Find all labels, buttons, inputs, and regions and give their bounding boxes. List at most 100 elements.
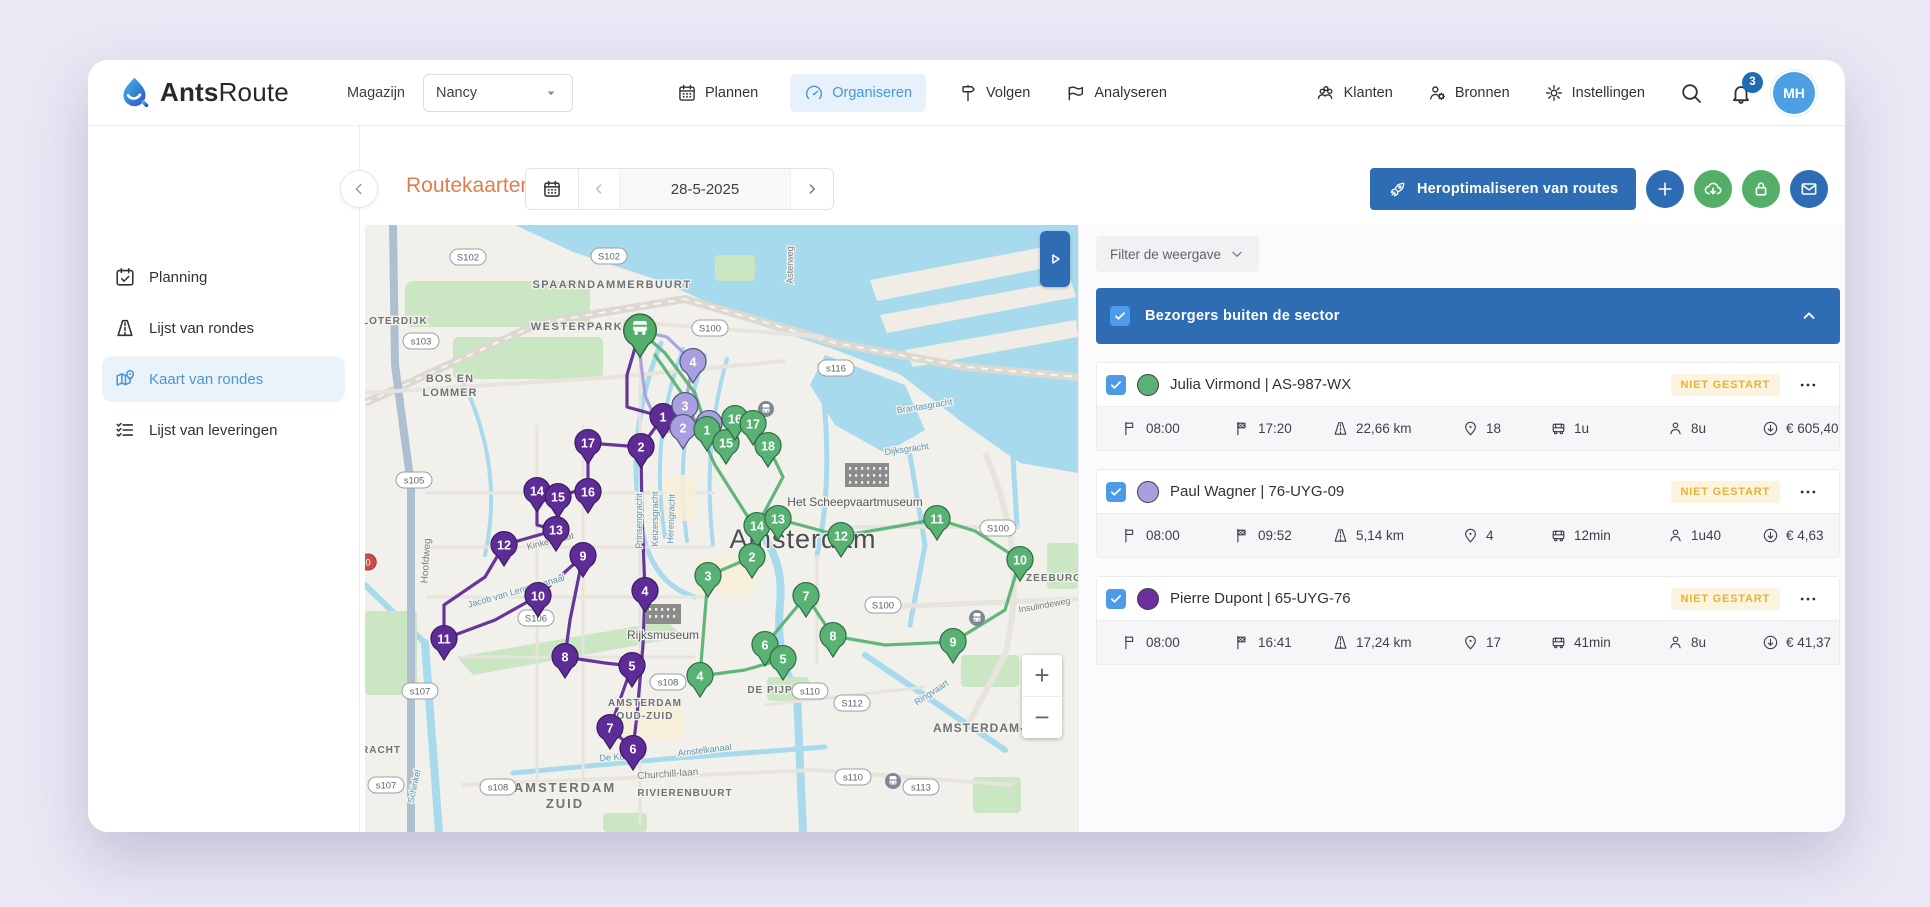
map-label: Prinsengracht xyxy=(634,493,644,549)
dots-icon xyxy=(1798,589,1818,609)
more-options-button[interactable] xyxy=(1791,589,1825,609)
stat-distance: 22,66 km xyxy=(1332,420,1462,437)
svg-text:s110: s110 xyxy=(800,687,820,698)
svg-text:17: 17 xyxy=(581,437,595,451)
routes-panel: Filter de weergave Bezorgers buiten de s… xyxy=(1078,225,1845,832)
triangle-right-icon xyxy=(1045,249,1065,269)
chevron-left-icon xyxy=(591,181,607,197)
transit-icon xyxy=(885,773,901,789)
lock-routes-button[interactable] xyxy=(1742,170,1781,208)
brand-name: AntsRoute xyxy=(160,77,289,107)
filter-view-button[interactable]: Filter de weergave xyxy=(1096,236,1260,272)
zoom-out-button[interactable]: − xyxy=(1022,696,1062,738)
group-header[interactable]: Bezorgers buiten de sector xyxy=(1096,288,1840,344)
stat-duration: 8u xyxy=(1667,634,1762,651)
group-checkbox[interactable] xyxy=(1110,306,1130,326)
driver-checkbox[interactable] xyxy=(1106,374,1126,395)
app-window: AntsRoute Magazijn Nancy Plannen Organis… xyxy=(88,60,1845,832)
road-icon xyxy=(114,317,136,339)
lock-icon xyxy=(1751,179,1771,199)
svg-text:11: 11 xyxy=(437,633,450,647)
tab-volgen[interactable]: Volgen xyxy=(954,74,1034,112)
main-menu: Plannen Organiseren Volgen Analyseren xyxy=(673,73,1171,112)
collapse-panel-button[interactable] xyxy=(1040,231,1070,287)
sidebar-item-lijst-van-leveringen[interactable]: Lijst van leveringen xyxy=(102,407,345,453)
check-icon xyxy=(1109,485,1123,499)
svg-text:16: 16 xyxy=(581,486,595,500)
map-canvas[interactable]: SPAARNDAMMERBUURT WESTERPARK SLOTERDIJK BOS… xyxy=(365,225,1078,832)
van-icon xyxy=(1550,527,1567,544)
driver-card: Julia Virmond | AS-987-WX NIET GESTART 0… xyxy=(1096,362,1840,451)
map-label: RACHT xyxy=(365,745,401,756)
flag-icon xyxy=(1066,83,1086,103)
calendar-icon xyxy=(542,179,562,199)
stat-cost: € 41,37 xyxy=(1762,634,1831,651)
stat-drive-time: 1u xyxy=(1550,420,1667,437)
finish-flag-icon xyxy=(1234,634,1251,651)
users-icon xyxy=(1316,83,1336,103)
zoom-in-button[interactable]: + xyxy=(1022,655,1062,696)
start-flag-icon xyxy=(1122,420,1139,437)
svg-text:15: 15 xyxy=(719,437,733,451)
more-options-button[interactable] xyxy=(1791,375,1825,395)
driver-row: Pierre Dupont | 65-UYG-76 NIET GESTART xyxy=(1097,577,1839,620)
building-icon xyxy=(845,463,889,487)
map-label: Keizersgracht xyxy=(650,491,660,547)
pin-icon xyxy=(1462,527,1479,544)
calendar-check-icon xyxy=(114,266,136,288)
svg-text:7: 7 xyxy=(607,722,614,736)
calendar-picker-button[interactable] xyxy=(526,169,579,209)
svg-text:18: 18 xyxy=(761,440,775,454)
person-icon xyxy=(1667,527,1684,544)
stat-start-time: 08:00 xyxy=(1122,527,1234,544)
routes-map[interactable]: SPAARNDAMMERBUURT WESTERPARK SLOTERDIJK BOS… xyxy=(365,225,1078,832)
road-icon xyxy=(1332,527,1349,544)
driver-checkbox[interactable] xyxy=(1106,588,1126,609)
warehouse-select[interactable]: Nancy xyxy=(423,73,573,112)
svg-text:13: 13 xyxy=(549,524,563,538)
previous-day-button[interactable] xyxy=(579,169,620,209)
driver-card: Pierre Dupont | 65-UYG-76 NIET GESTART 0… xyxy=(1096,576,1840,665)
check-icon xyxy=(1109,592,1123,606)
tab-bronnen[interactable]: Bronnen xyxy=(1423,74,1514,112)
add-button[interactable] xyxy=(1646,170,1685,208)
road-badge: s107 xyxy=(401,682,439,700)
tab-analyseren[interactable]: Analyseren xyxy=(1062,74,1171,112)
svg-text:5: 5 xyxy=(780,653,787,667)
sidebar-item-planning[interactable]: Planning xyxy=(102,254,345,300)
finish-flag-icon xyxy=(1234,420,1251,437)
notifications-button[interactable]: 3 xyxy=(1729,71,1763,105)
group-title: Bezorgers buiten de sector xyxy=(1145,308,1340,324)
reoptimize-routes-button[interactable]: Heroptimaliseren van routes xyxy=(1370,168,1637,210)
tab-klanten[interactable]: Klanten xyxy=(1312,74,1397,112)
brand-logo[interactable]: AntsRoute xyxy=(118,76,289,109)
chevron-up-icon[interactable] xyxy=(1800,307,1818,325)
user-avatar[interactable]: MH xyxy=(1773,71,1815,114)
driver-checkbox[interactable] xyxy=(1106,481,1126,502)
map-label: RIVIERENBUURT xyxy=(637,788,732,799)
nav-tools: 3 xyxy=(1679,71,1763,105)
svg-text:14: 14 xyxy=(750,520,764,534)
tab-plannen[interactable]: Plannen xyxy=(673,74,762,112)
map-label: Asterweg xyxy=(785,246,795,284)
export-button[interactable] xyxy=(1694,170,1733,208)
finish-flag-icon xyxy=(1234,527,1251,544)
more-options-button[interactable] xyxy=(1791,482,1825,502)
tab-instellingen[interactable]: Instellingen xyxy=(1540,74,1649,112)
search-button[interactable] xyxy=(1679,81,1703,105)
sidebar-item-lijst-van-rondes[interactable]: Lijst van rondes xyxy=(102,305,345,351)
svg-text:2: 2 xyxy=(680,422,687,436)
svg-text:3: 3 xyxy=(682,400,689,414)
svg-text:s116: s116 xyxy=(826,364,846,375)
map-label: Herengracht xyxy=(665,493,677,543)
svg-text:4: 4 xyxy=(697,670,704,684)
speedometer-icon xyxy=(804,83,824,103)
road-badge: s110 xyxy=(791,682,829,700)
sidebar-item-kaart-van-rondes[interactable]: Kaart van rondes xyxy=(102,356,345,402)
tab-organiseren[interactable]: Organiseren xyxy=(790,73,927,112)
top-navbar: AntsRoute Magazijn Nancy Plannen Organis… xyxy=(88,60,1845,126)
next-day-button[interactable] xyxy=(791,169,833,209)
send-mail-button[interactable] xyxy=(1790,170,1829,208)
back-button[interactable] xyxy=(340,170,378,208)
road-badge: S112 xyxy=(833,694,871,712)
